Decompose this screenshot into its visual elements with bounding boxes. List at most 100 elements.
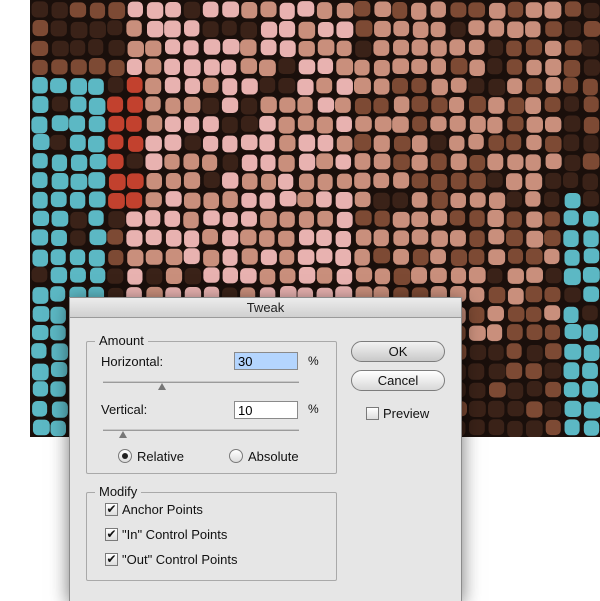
- mosaic-tile: [279, 249, 295, 265]
- in-control-points-checkbox[interactable]: ✔: [105, 528, 118, 541]
- mosaic-tile: [354, 1, 371, 17]
- mosaic-tile: [108, 249, 124, 266]
- mosaic-tile: [51, 59, 68, 75]
- preview-label[interactable]: Preview: [383, 406, 429, 421]
- mosaic-tile: [183, 192, 201, 209]
- in-control-points-label[interactable]: "In" Control Points: [122, 527, 227, 542]
- mosaic-tile: [126, 58, 142, 76]
- mosaic-tile: [298, 229, 315, 246]
- mosaic-tile: [392, 116, 409, 133]
- mosaic-tile: [126, 115, 142, 132]
- mosaic-tile: [411, 135, 428, 153]
- mosaic-tile: [354, 172, 371, 189]
- mosaic-tile: [279, 211, 295, 228]
- mosaic-tile: [469, 115, 486, 133]
- mosaic-tile: [487, 172, 503, 188]
- mosaic-tile: [335, 154, 352, 170]
- cancel-button[interactable]: Cancel: [351, 370, 445, 391]
- vertical-input[interactable]: [234, 401, 298, 419]
- mosaic-tile: [373, 153, 391, 170]
- mosaic-tile: [507, 97, 525, 115]
- mosaic-tile: [506, 324, 523, 341]
- mosaic-tile: [89, 21, 106, 38]
- mosaic-tile: [469, 230, 485, 248]
- mosaic-tile: [222, 230, 239, 247]
- mosaic-tile: [563, 230, 579, 248]
- modify-legend: Modify: [95, 484, 142, 499]
- mosaic-tile: [507, 287, 524, 305]
- mosaic-tile: [545, 419, 561, 436]
- mosaic-tile: [545, 343, 562, 360]
- mosaic-tile: [450, 249, 468, 267]
- mosaic-tile: [184, 267, 202, 285]
- mosaic-tile: [563, 362, 580, 380]
- horizontal-slider-thumb[interactable]: [157, 383, 166, 390]
- mosaic-tile: [107, 20, 123, 36]
- mosaic-tile: [32, 153, 48, 169]
- mosaic-tile: [31, 1, 49, 18]
- mosaic-tile: [240, 58, 258, 74]
- mosaic-tile: [222, 135, 238, 153]
- mosaic-tile: [145, 58, 162, 75]
- mosaic-tile: [183, 153, 200, 170]
- mosaic-tile: [316, 77, 333, 94]
- mosaic-tile: [393, 20, 410, 37]
- vertical-slider-track[interactable]: [103, 429, 299, 431]
- horizontal-input[interactable]: [234, 352, 298, 370]
- mosaic-tile: [50, 381, 66, 397]
- relative-radio[interactable]: [118, 449, 132, 463]
- mosaic-tile: [373, 59, 390, 77]
- mosaic-tile: [51, 96, 69, 112]
- mosaic-tile: [411, 211, 429, 227]
- absolute-radio[interactable]: [229, 449, 243, 463]
- out-control-points-label[interactable]: "Out" Control Points: [122, 552, 237, 567]
- mosaic-tile: [563, 77, 579, 94]
- anchor-points-checkbox[interactable]: ✔: [105, 503, 118, 516]
- mosaic-tile: [430, 267, 447, 283]
- mosaic-tile: [583, 135, 599, 152]
- mosaic-tile: [545, 268, 562, 284]
- mosaic-tile: [107, 268, 124, 284]
- mosaic-tile: [241, 173, 258, 190]
- mosaic-tile: [317, 210, 333, 227]
- mosaic-tile: [145, 229, 162, 246]
- mosaic-tile: [297, 191, 314, 208]
- mosaic-tile: [32, 134, 50, 151]
- mosaic-tile: [202, 1, 219, 18]
- vertical-slider-thumb[interactable]: [118, 431, 127, 438]
- mosaic-tile: [469, 154, 486, 171]
- mosaic-tile: [70, 267, 86, 283]
- mosaic-tile: [127, 249, 144, 267]
- mosaic-tile: [259, 77, 276, 93]
- mosaic-tile: [582, 324, 599, 342]
- mosaic-tile: [107, 96, 124, 113]
- mosaic-tile: [183, 211, 199, 229]
- mosaic-tile: [298, 40, 315, 57]
- preview-checkbox[interactable]: [366, 407, 379, 420]
- mosaic-tile: [202, 229, 218, 245]
- mosaic-tile: [449, 210, 466, 226]
- mosaic-tile: [374, 210, 390, 227]
- mosaic-tile: [469, 192, 486, 208]
- out-control-points-checkbox[interactable]: ✔: [105, 553, 118, 566]
- mosaic-tile: [50, 306, 66, 324]
- horizontal-slider-track[interactable]: [103, 381, 299, 383]
- mosaic-tile: [525, 306, 542, 322]
- anchor-points-label[interactable]: Anchor Points: [122, 502, 203, 517]
- mosaic-tile: [51, 115, 69, 132]
- mosaic-tile: [354, 191, 371, 208]
- mosaic-tile: [69, 2, 87, 18]
- mosaic-tile: [507, 116, 524, 132]
- mosaic-tile: [468, 96, 486, 113]
- mosaic-tile: [449, 97, 465, 113]
- absolute-label[interactable]: Absolute: [248, 449, 299, 464]
- mosaic-tile: [336, 211, 353, 229]
- mosaic-tile: [450, 21, 466, 38]
- mosaic-tile: [450, 153, 467, 171]
- mosaic-tile: [240, 134, 258, 151]
- relative-label[interactable]: Relative: [137, 449, 184, 464]
- ok-button[interactable]: OK: [351, 341, 445, 362]
- mosaic-tile: [316, 229, 332, 246]
- mosaic-tile: [468, 134, 484, 150]
- mosaic-tile: [468, 306, 485, 324]
